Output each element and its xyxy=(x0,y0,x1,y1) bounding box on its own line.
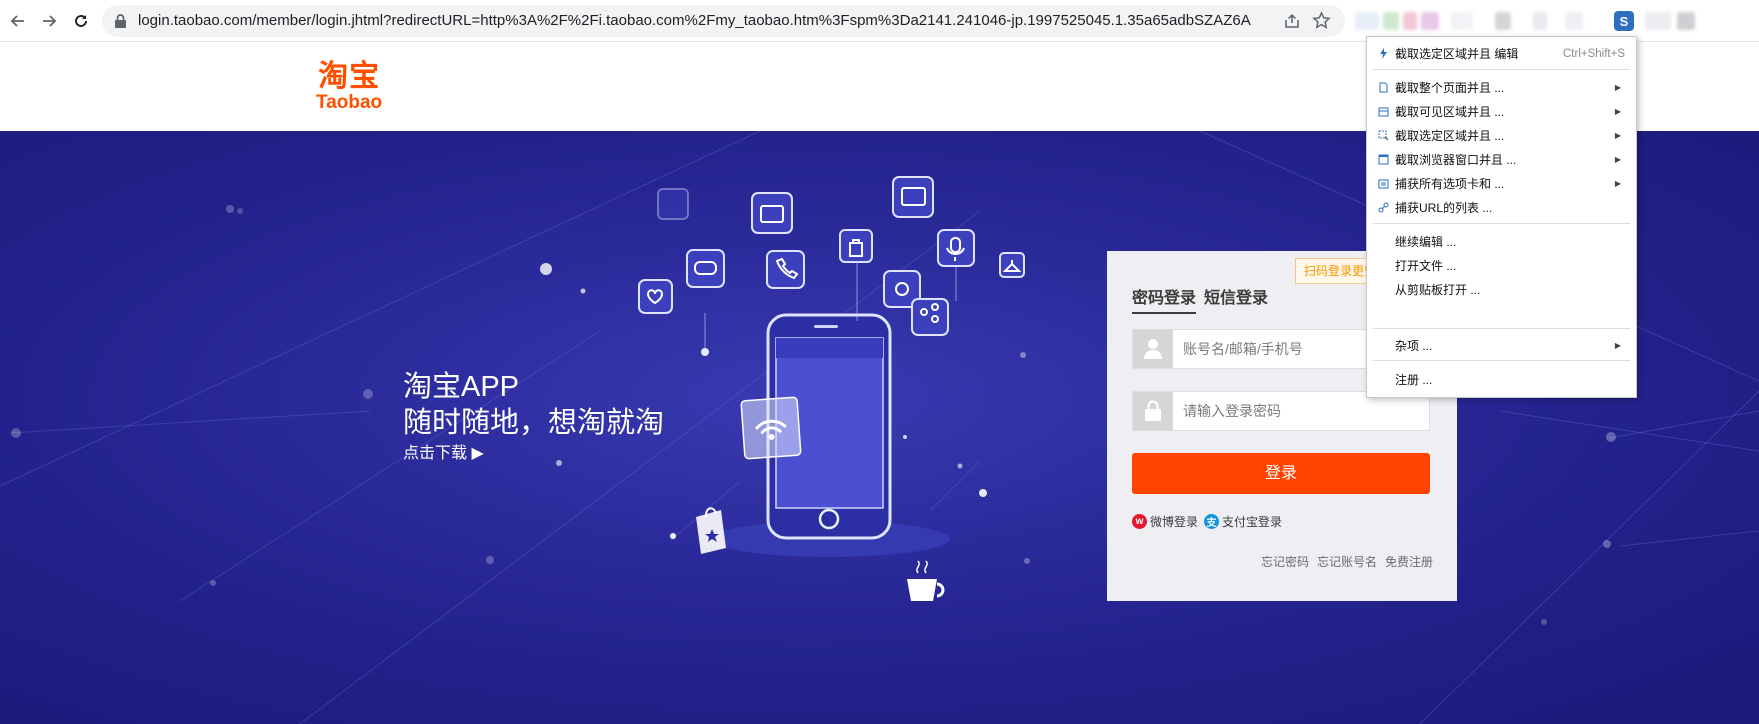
weibo-icon: w xyxy=(1132,514,1147,529)
blurred-extension-icon[interactable] xyxy=(1645,12,1671,30)
blurred-extension-icon[interactable] xyxy=(1421,12,1439,30)
share-icon-tile xyxy=(911,298,949,336)
logo-english: Taobao xyxy=(316,92,383,113)
weibo-login-label: 微博登录 xyxy=(1150,515,1199,529)
window-icon xyxy=(1378,154,1389,165)
lightning-icon xyxy=(1380,48,1387,59)
weibo-login-link[interactable]: w 微博登录 xyxy=(1132,513,1198,530)
coffee-cup-illustration xyxy=(907,560,945,601)
lock-icon xyxy=(1133,392,1173,430)
back-icon[interactable] xyxy=(6,9,30,33)
menu-item-open-file[interactable]: 打开文件 ... xyxy=(1367,254,1636,278)
menu-separator xyxy=(1373,360,1630,361)
menu-separator xyxy=(1373,223,1630,224)
alternative-login: w 微博登录 支 支付宝登录 xyxy=(1132,513,1282,530)
lock-icon[interactable] xyxy=(114,13,127,34)
logo-chinese: 淘宝 xyxy=(318,60,381,93)
menu-item-capture-selection-edit[interactable]: 截取选定区域并且 编辑 Ctrl+Shift+S xyxy=(1367,42,1636,66)
taobao-logo[interactable]: 淘宝 Taobao xyxy=(316,60,383,113)
visible-area-icon xyxy=(1378,107,1389,117)
link-icon xyxy=(1378,202,1389,213)
reload-icon[interactable] xyxy=(69,9,93,33)
selection-icon xyxy=(1378,130,1389,141)
tv-icon-tile xyxy=(892,176,934,218)
alipay-icon: 支 xyxy=(1204,514,1220,529)
submenu-arrow-icon: ▶ xyxy=(1614,179,1621,188)
menu-item-continue-editing[interactable]: 继续编辑 ... xyxy=(1367,230,1636,254)
blurred-extension-icon[interactable] xyxy=(1355,12,1379,30)
blurred-profile-icon[interactable] xyxy=(1677,12,1695,30)
menu-item-open-clipboard[interactable]: 从剪贴板打开 ... xyxy=(1367,278,1636,302)
blurred-extension-icon[interactable] xyxy=(1383,12,1399,30)
menu-item-capture-page[interactable]: 截取整个页面并且 ... ▶ xyxy=(1367,76,1636,100)
menu-item-misc[interactable]: 杂项 ... ▶ xyxy=(1367,334,1636,358)
menu-item-capture-url-list[interactable]: 捕获URL的列表 ... xyxy=(1367,196,1636,220)
alipay-login-link[interactable]: 支 支付宝登录 xyxy=(1204,513,1282,530)
shortcut-label: Ctrl+Shift+S xyxy=(1563,48,1625,60)
promo-title: 淘宝APP xyxy=(403,371,520,403)
blurred-extension-icon[interactable] xyxy=(1495,12,1511,30)
login-tabs: 密码登录 短信登录 xyxy=(1132,284,1276,314)
menu-separator xyxy=(1373,328,1630,329)
tabs-icon xyxy=(1378,179,1389,189)
blurred-extension-icon[interactable] xyxy=(1403,12,1417,30)
app-promo: 淘宝APP 随时随地，想淘就淘 点击下载 ▶ xyxy=(403,369,664,465)
bookmark-star-icon[interactable] xyxy=(1312,11,1331,35)
submenu-arrow-icon: ▶ xyxy=(1614,131,1621,140)
login-button[interactable]: 登录 xyxy=(1132,453,1430,494)
menu-separator xyxy=(1373,69,1630,70)
submenu-arrow-icon: ▶ xyxy=(1614,341,1621,350)
submenu-arrow-icon: ▶ xyxy=(1614,107,1621,116)
tab-password-login[interactable]: 密码登录 xyxy=(1132,284,1197,314)
location-icon-tile xyxy=(657,188,689,220)
page-icon xyxy=(1379,82,1388,93)
blurred-extension-icon[interactable] xyxy=(1565,12,1583,30)
extensions-area: S xyxy=(1355,8,1695,34)
bag-icon-tile xyxy=(839,229,873,263)
user-icon xyxy=(1133,330,1173,368)
blurred-extension-icon[interactable] xyxy=(1451,12,1473,30)
url-text[interactable]: login.taobao.com/member/login.jhtml?redi… xyxy=(138,5,1288,37)
menu-item-register[interactable]: 注册 ... xyxy=(1367,368,1636,392)
menu-item-capture-window[interactable]: 截取浏览器窗口并且 ... ▶ xyxy=(1367,148,1636,172)
phone-illustration xyxy=(710,313,950,557)
heart-icon-tile xyxy=(638,279,673,314)
address-bar[interactable]: login.taobao.com/member/login.jhtml?redi… xyxy=(102,5,1345,37)
submenu-arrow-icon: ▶ xyxy=(1614,83,1621,92)
forgot-account-link[interactable]: 忘记账号名 xyxy=(1317,555,1377,569)
download-link[interactable]: 点击下载 ▶ xyxy=(403,443,664,465)
briefcase-icon-tile xyxy=(751,192,793,234)
blurred-extension-icon[interactable] xyxy=(1533,12,1547,30)
menu-item-capture-selection[interactable]: 截取选定区域并且 ... ▶ xyxy=(1367,124,1636,148)
menu-item-capture-all-tabs[interactable]: 捕获所有选项卡和 ... ▶ xyxy=(1367,172,1636,196)
forgot-password-link[interactable]: 忘记密码 xyxy=(1261,555,1309,569)
tab-sms-login[interactable]: 短信登录 xyxy=(1204,284,1268,312)
submenu-arrow-icon: ▶ xyxy=(1614,155,1621,164)
alipay-login-label: 支付宝登录 xyxy=(1222,515,1283,529)
gamepad-icon-tile xyxy=(686,249,725,288)
forward-icon[interactable] xyxy=(37,9,61,33)
promo-slogan: 随时随地，想淘就淘 xyxy=(403,407,665,439)
share-icon[interactable] xyxy=(1283,12,1301,35)
menu-item-capture-visible[interactable]: 截取可见区域并且 ... ▶ xyxy=(1367,100,1636,124)
register-link[interactable]: 免费注册 xyxy=(1385,555,1433,569)
screenshot-extension-icon[interactable]: S xyxy=(1614,11,1634,31)
screenshot-extension-menu: 截取选定区域并且 编辑 Ctrl+Shift+S 截取整个页面并且 ... ▶ … xyxy=(1366,36,1637,398)
login-help-links: 忘记密码 忘记账号名 免费注册 xyxy=(1253,553,1433,570)
